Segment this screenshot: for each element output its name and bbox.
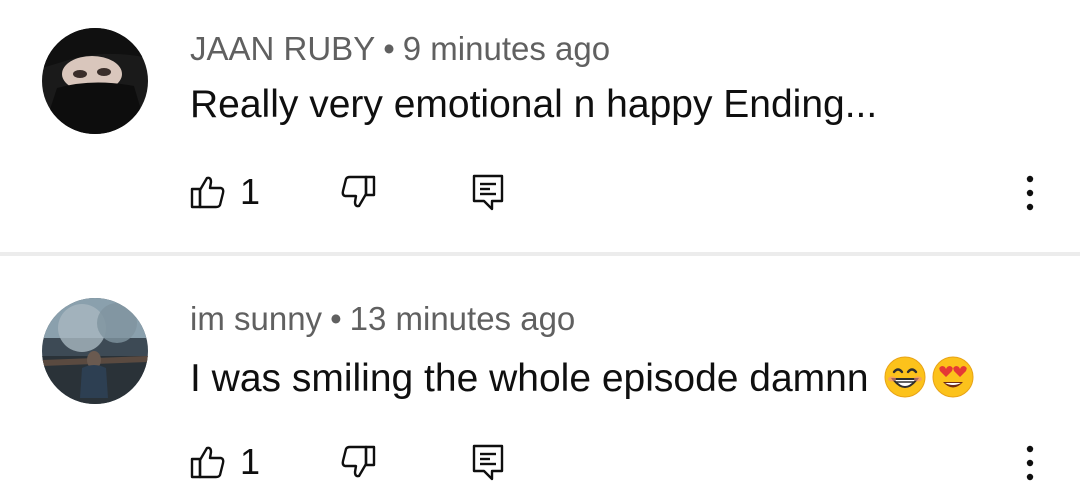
thumb-up-icon[interactable] [190,174,226,210]
avatar[interactable] [42,28,148,134]
reply-icon[interactable] [470,443,506,481]
thumb-down-icon[interactable] [340,444,376,480]
separator-dot: • [330,300,342,337]
comment-item: im sunny • 13 minutes ago I was smiling th… [0,256,1080,498]
author-name[interactable]: JAAN RUBY [190,30,375,67]
more-vertical-icon[interactable] [1018,173,1042,213]
comment-actions: 1 [0,167,1080,217]
reply-icon[interactable] [470,173,506,211]
more-vertical-icon[interactable] [1018,443,1042,483]
like-count: 1 [240,171,261,212]
thumb-up-icon[interactable] [190,444,226,480]
comment-text: Really very emotional n happy Ending... [190,83,878,126]
comment-text: I was smiling the whole episode damnn [190,355,975,401]
heart-eyes-face-emoji [931,355,975,399]
comment-text-body: I was smiling the whole episode damnn [190,357,869,400]
separator-dot: • [383,30,395,67]
thumb-down-icon[interactable] [340,174,376,210]
comment-time: 9 minutes ago [402,30,611,67]
comment-meta: im sunny • 13 minutes ago [190,300,575,338]
comment-actions: 1 [0,437,1080,487]
like-count: 1 [240,441,261,482]
comment-item: JAAN RUBY • 9 minutes ago Really very emot… [0,0,1080,254]
comment-meta: JAAN RUBY • 9 minutes ago [190,30,610,68]
comment-time: 13 minutes ago [349,300,576,337]
avatar[interactable] [42,298,148,404]
author-name[interactable]: im sunny [190,300,322,337]
grinning-face-with-smiling-eyes-emoji [883,355,927,399]
